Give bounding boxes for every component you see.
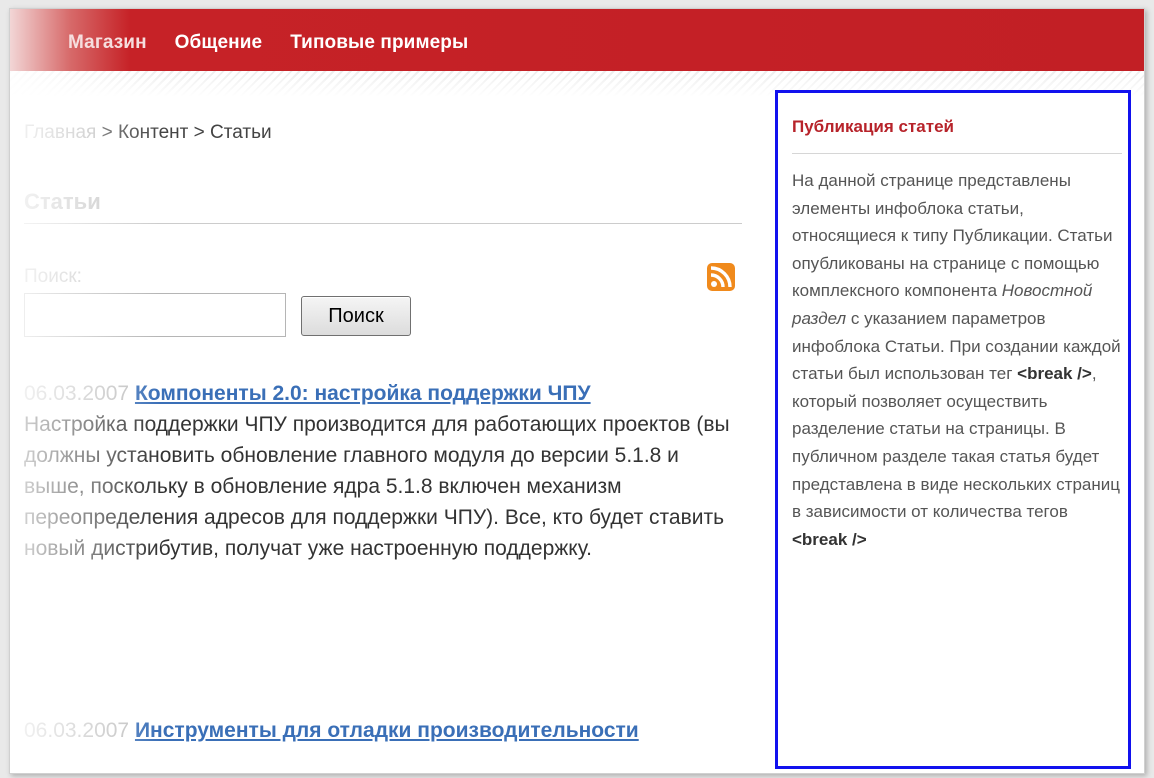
sidebar-text-part: , который позволяет осуществить разделен… — [792, 364, 1120, 522]
sidebar-info-box: Публикация статей На данной странице пре… — [775, 90, 1131, 769]
article-item: 06.03.2007 Компоненты 2.0: настройка под… — [24, 378, 744, 564]
nav-item-shop[interactable]: Магазин — [68, 32, 147, 54]
article-title-link[interactable]: Компоненты 2.0: настройка поддержки ЧПУ — [135, 382, 591, 405]
breadcrumb-current: Статьи — [210, 122, 272, 143]
sidebar-text: На данной странице представлены элементы… — [792, 167, 1124, 553]
page-frame: Магазин Общение Типовые примеры Главная … — [9, 8, 1145, 774]
top-menu: Магазин Общение Типовые примеры — [68, 32, 468, 54]
breadcrumb-home[interactable]: Главная — [24, 122, 96, 143]
article-preview: Настройка поддержки ЧПУ производится для… — [24, 413, 730, 560]
search-button[interactable]: Поиск — [301, 296, 411, 336]
sidebar-divider — [792, 153, 1122, 154]
sidebar-break-tag: <break /> — [792, 529, 867, 549]
nav-item-examples[interactable]: Типовые примеры — [290, 32, 468, 54]
article-item: 06.03.2007 Инструменты для отладки произ… — [24, 715, 744, 746]
breadcrumb-separator: > — [96, 122, 118, 143]
article-date: 06.03.2007 — [24, 719, 130, 742]
search-input[interactable] — [24, 293, 286, 337]
sidebar-break-tag: <break /> — [1017, 364, 1092, 384]
breadcrumb-separator: > — [188, 122, 211, 143]
top-nav-bar: Магазин Общение Типовые примеры — [10, 9, 1144, 71]
article-date: 06.03.2007 — [24, 382, 130, 405]
page-title: Статьи — [24, 189, 101, 214]
sidebar-title: Публикация статей — [792, 117, 954, 136]
search-label: Поиск: — [24, 266, 82, 287]
article-title-link[interactable]: Инструменты для отладки производительнос… — [135, 719, 639, 742]
rss-feed-icon[interactable] — [707, 263, 735, 291]
nav-item-community[interactable]: Общение — [175, 32, 263, 54]
title-divider — [24, 223, 742, 224]
breadcrumb-content[interactable]: Контент — [118, 122, 188, 143]
breadcrumb: Главная > Контент > Статьи — [24, 122, 272, 144]
